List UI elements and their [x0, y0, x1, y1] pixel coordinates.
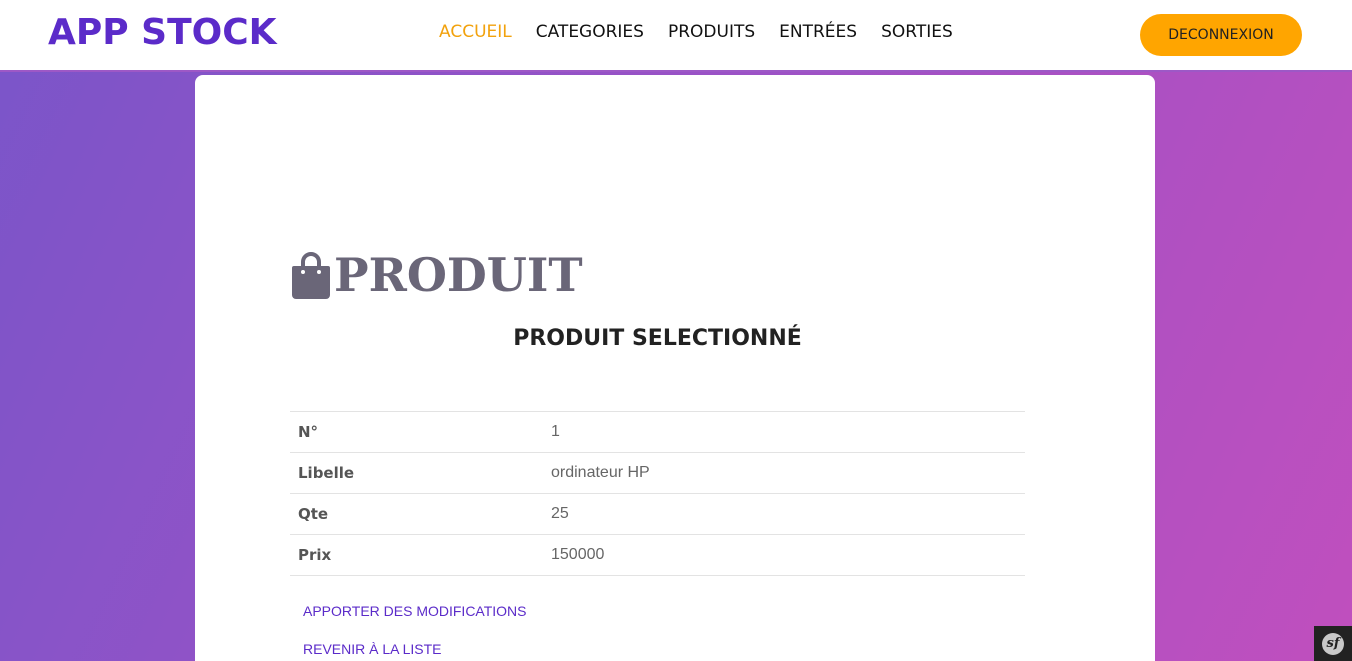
page-title: PRODUIT: [334, 248, 583, 302]
nav-links: ACCUEIL CATEGORIES PRODUITS ENTRÉES SORT…: [439, 22, 977, 42]
row-label: N°: [298, 423, 319, 441]
page-title-row: PRODUIT: [290, 251, 583, 299]
product-details-table: N° 1 Libelle ordinateur HP Qte 25 Prix 1…: [290, 411, 1025, 576]
row-label: Libelle: [298, 464, 355, 482]
logout-button[interactable]: DECONNEXION: [1140, 14, 1302, 56]
table-row: N° 1: [290, 411, 1025, 453]
debug-toolbar-toggle[interactable]: sf: [1314, 626, 1352, 661]
nav-link-accueil[interactable]: ACCUEIL: [439, 22, 512, 42]
symfony-icon: sf: [1322, 632, 1344, 655]
shopping-bag-icon: [292, 252, 330, 299]
top-navbar: APP STOCK ACCUEIL CATEGORIES PRODUITS EN…: [0, 0, 1352, 72]
table-row: Qte 25: [290, 493, 1025, 535]
nav-link-categories[interactable]: CATEGORIES: [536, 22, 644, 42]
row-value: 150000: [551, 546, 605, 563]
row-label: Qte: [298, 505, 329, 523]
product-card: PRODUIT PRODUIT SELECTIONNÉ N° 1 Libelle…: [195, 75, 1155, 661]
back-to-list-link[interactable]: REVENIR À LA LISTE: [303, 641, 442, 657]
row-value: ordinateur HP: [551, 464, 650, 481]
edit-product-link[interactable]: APPORTER DES MODIFICATIONS: [303, 603, 527, 619]
table-row: Libelle ordinateur HP: [290, 452, 1025, 494]
row-value: 1: [551, 423, 560, 440]
table-row: Prix 150000: [290, 534, 1025, 576]
nav-link-sorties[interactable]: SORTIES: [881, 22, 953, 42]
row-value: 25: [551, 505, 569, 522]
page-subtitle: PRODUIT SELECTIONNÉ: [513, 326, 802, 351]
nav-link-produits[interactable]: PRODUITS: [668, 22, 755, 42]
row-label: Prix: [298, 546, 332, 564]
nav-link-entrees[interactable]: ENTRÉES: [779, 22, 857, 42]
brand-logo[interactable]: APP STOCK: [48, 12, 277, 53]
